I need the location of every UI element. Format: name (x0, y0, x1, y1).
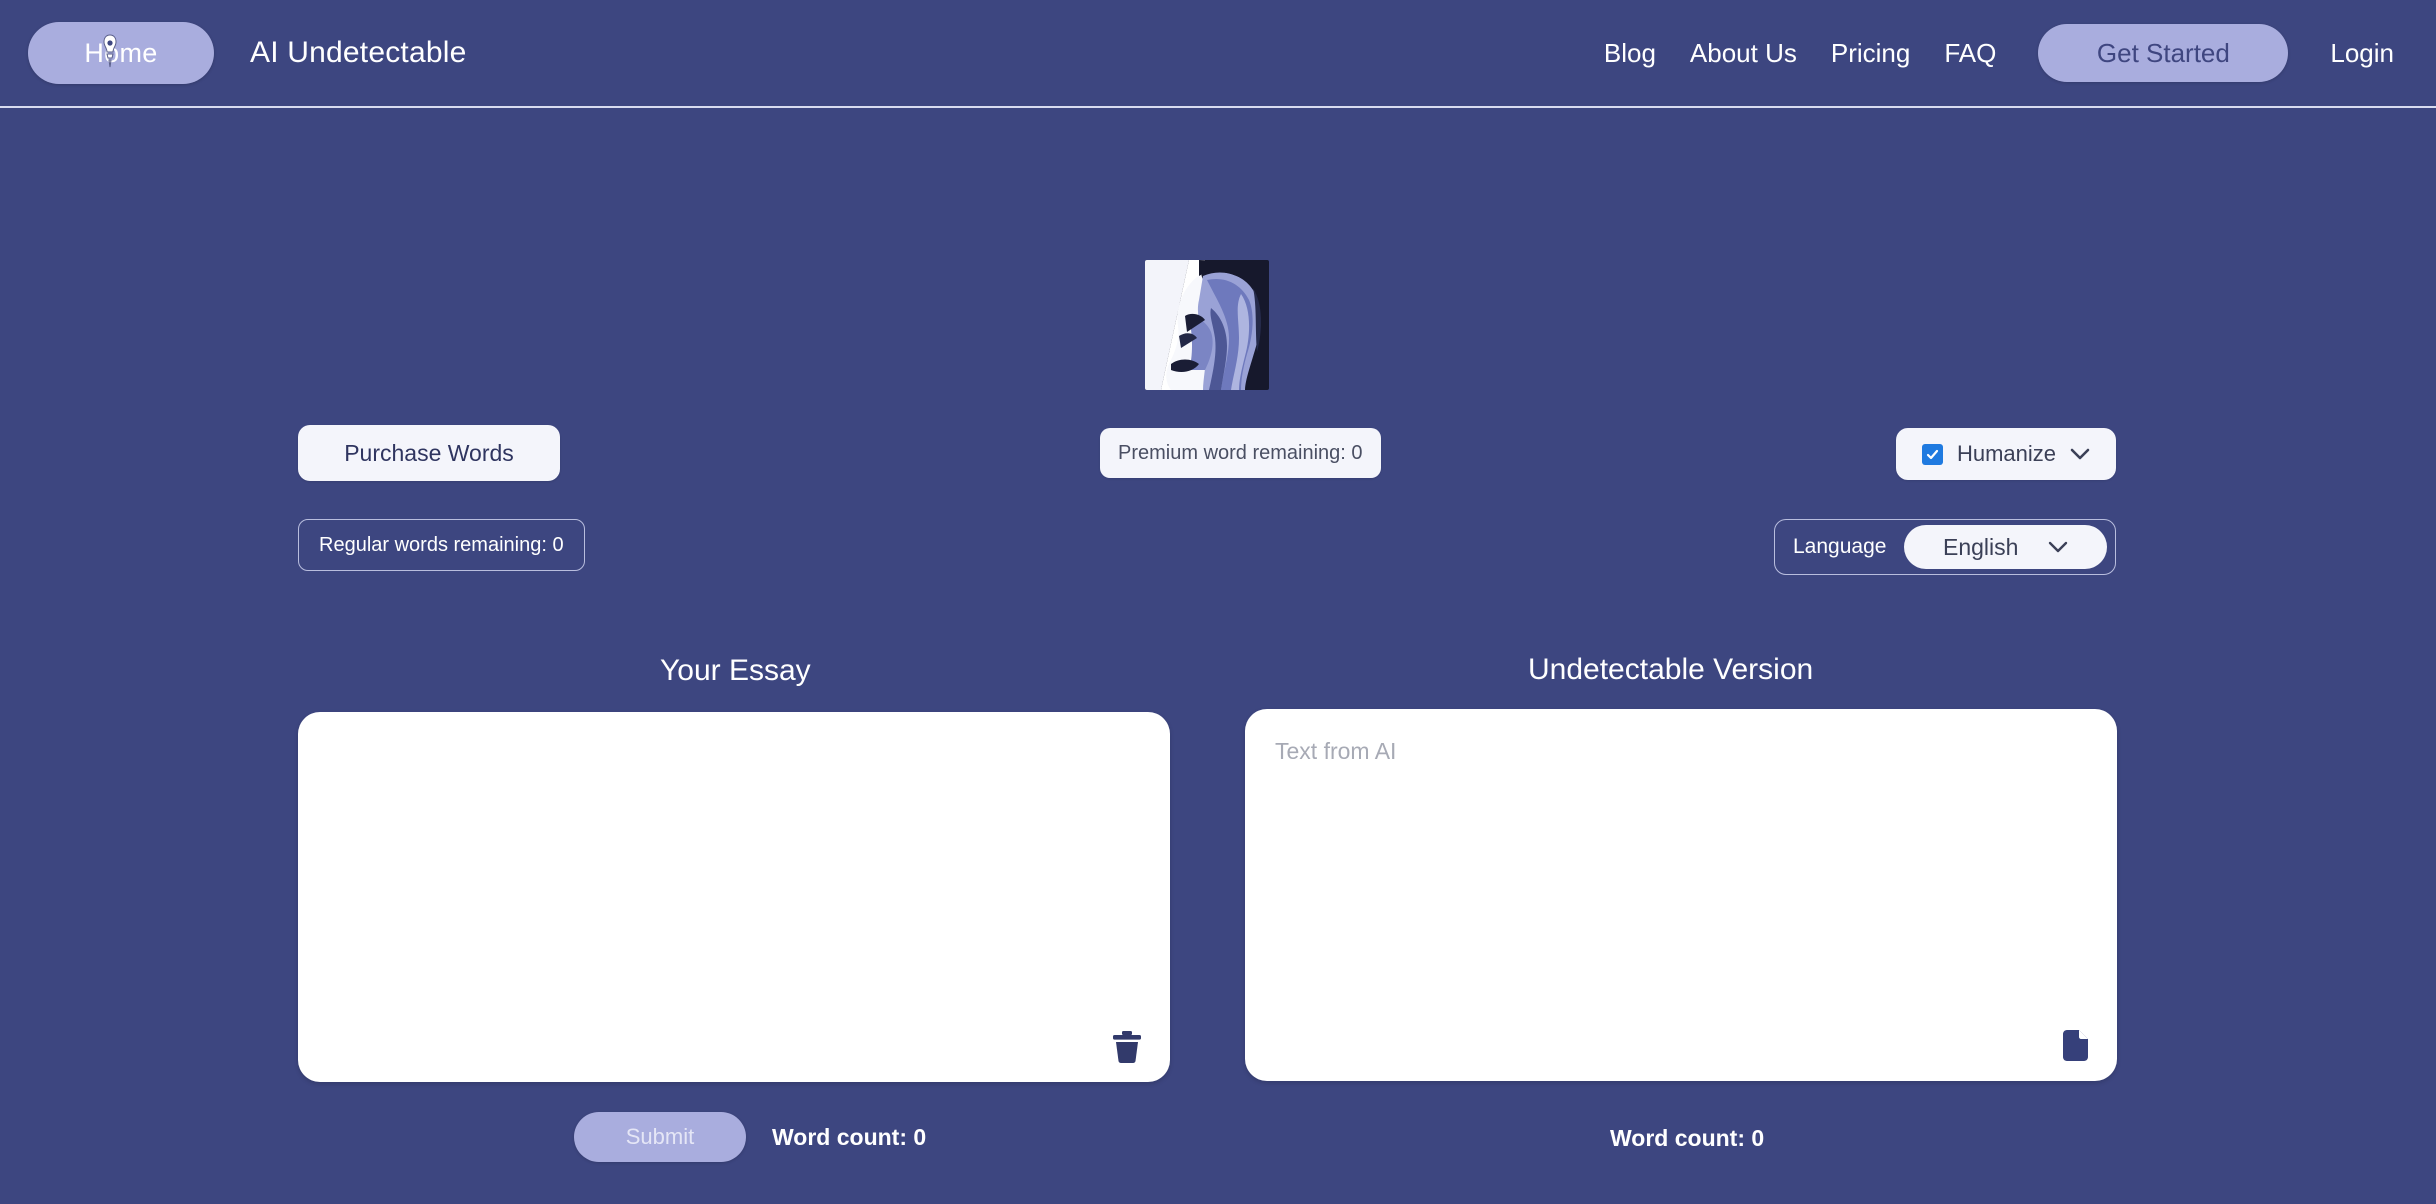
humanize-checkbox[interactable] (1921, 443, 1943, 465)
regular-words-remaining-badge: Regular words remaining: 0 (298, 519, 585, 571)
purchase-words-button[interactable]: Purchase Words (298, 425, 560, 481)
humanize-dropdown[interactable]: Humanize (1896, 428, 2116, 480)
word-count-right: Word count: 0 (1610, 1125, 1765, 1151)
language-value: English (1943, 533, 2019, 560)
undetectable-version-panel (1245, 709, 2117, 1081)
undetectable-version-textarea[interactable] (1245, 709, 2117, 1081)
premium-word-remaining-badge: Premium word remaining: 0 (1100, 428, 1381, 478)
trash-icon[interactable] (1110, 1028, 1144, 1064)
nav-link-login[interactable]: Login (2324, 34, 2400, 73)
home-button[interactable]: Home (28, 22, 214, 84)
your-essay-panel (298, 712, 1170, 1082)
your-essay-textarea[interactable] (298, 712, 1170, 1082)
your-essay-heading: Your Essay (660, 654, 811, 687)
humanize-label: Humanize (1956, 441, 2057, 466)
language-selector: Language English (1774, 519, 2116, 575)
submit-button[interactable]: Submit (574, 1112, 746, 1162)
chevron-down-icon (2070, 448, 2090, 460)
language-label: Language (1793, 535, 1887, 558)
submit-row: Submit Word count: 0 (574, 1112, 926, 1162)
checkmark-icon (1926, 449, 1939, 459)
brand-title: AI Undetectable (250, 36, 467, 69)
top-navbar: Home AI Undetectable Blog About Us Prici… (0, 0, 2436, 108)
site-logo (1145, 260, 1269, 390)
navbar-left-group: Home AI Undetectable (0, 22, 466, 84)
document-icon[interactable] (2057, 1027, 2091, 1063)
language-dropdown[interactable]: English (1904, 525, 2107, 569)
nav-link-faq[interactable]: FAQ (1938, 34, 2002, 73)
nav-link-about-us[interactable]: About Us (1684, 34, 1803, 73)
nav-link-pricing[interactable]: Pricing (1825, 34, 1916, 73)
undetectable-version-heading: Undetectable Version (1528, 653, 1814, 686)
chevron-down-icon (2049, 541, 2068, 553)
nav-link-blog[interactable]: Blog (1598, 34, 1662, 73)
page-body: Purchase Words Regular words remaining: … (0, 108, 2436, 1204)
word-count-left: Word count: 0 (772, 1123, 927, 1150)
get-started-button[interactable]: Get Started (2038, 24, 2289, 82)
navbar-right-group: Blog About Us Pricing FAQ Get Started Lo… (1598, 24, 2436, 82)
home-button-label: Home (84, 37, 158, 68)
face-profile-logo-icon (1145, 260, 1269, 390)
